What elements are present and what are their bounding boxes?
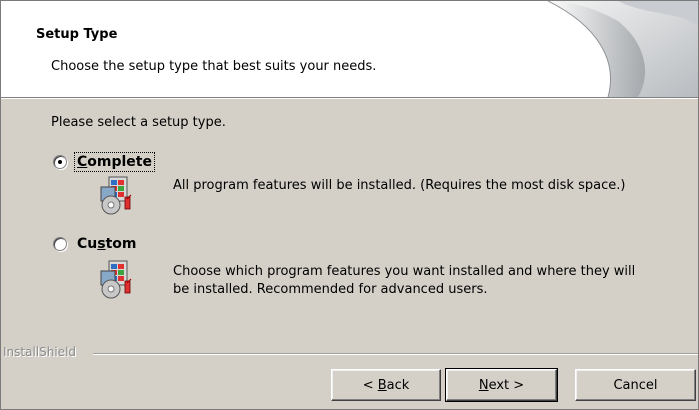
back-button[interactable]: < Back — [331, 369, 441, 401]
radio-button-custom[interactable] — [53, 237, 67, 251]
page-subtitle: Choose the setup type that best suits yo… — [51, 59, 377, 74]
next-button[interactable]: Next > — [445, 368, 558, 402]
header-panel: Setup Type Choose the setup type that be… — [1, 1, 698, 99]
radio-complete[interactable]: Complete — [53, 152, 155, 172]
complete-label[interactable]: Complete — [74, 152, 155, 172]
custom-description: Choose which program features you want i… — [173, 264, 636, 297]
brand-divider — [93, 353, 698, 355]
package-install-icon — [100, 176, 132, 215]
setup-type-prompt: Please select a setup type. — [51, 115, 226, 130]
page-curl-graphic — [548, 1, 698, 97]
page-title: Setup Type — [36, 27, 118, 42]
package-install-icon — [100, 260, 132, 299]
installshield-brand: InstallShield — [3, 345, 77, 359]
setup-dialog: Setup Type Choose the setup type that be… — [0, 0, 699, 410]
custom-label[interactable]: Custom — [75, 235, 139, 253]
radio-custom[interactable]: Custom — [53, 235, 139, 253]
complete-description: All program features will be installed. … — [173, 178, 626, 193]
radio-button-complete[interactable] — [53, 155, 67, 169]
cancel-button[interactable]: Cancel — [575, 369, 696, 401]
